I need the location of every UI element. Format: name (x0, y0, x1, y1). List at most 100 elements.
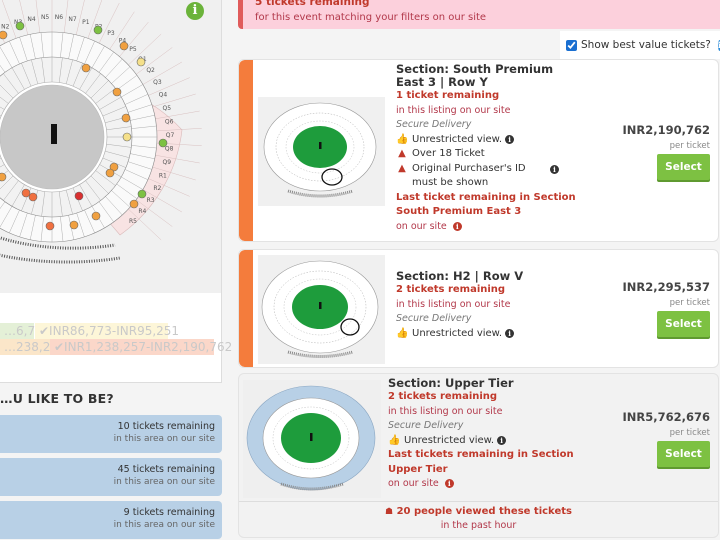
delivery-type: Secure Delivery (396, 119, 472, 130)
section-label[interactable]: N7 (68, 16, 76, 23)
info-icon[interactable]: i (505, 329, 515, 339)
section-label[interactable]: P5 (129, 46, 137, 53)
area-sub: in this area on our site (113, 477, 215, 487)
section-label[interactable]: P3 (107, 30, 115, 37)
last-ticket-section: Upper Tier (388, 463, 448, 475)
section-label[interactable]: N6 (55, 14, 63, 21)
remaining-sub: in this listing on our site (396, 298, 511, 310)
section-label[interactable]: Q5 (163, 105, 172, 112)
section-label[interactable]: Q3 (153, 79, 162, 86)
price-block: INR2,295,537 per ticket Select (622, 279, 710, 337)
warning-item: ▲ Over 18 Ticket (396, 147, 581, 162)
legend-range-2[interactable]: ✔INR86,773-INR95,251 (35, 323, 179, 339)
availability-dot[interactable] (69, 220, 79, 230)
availability-dot[interactable] (93, 25, 103, 35)
listing-details: Section: Upper Tier 2 tickets remaining … (388, 377, 588, 492)
price-block: INR2,190,762 per ticket Select (622, 122, 710, 180)
availability-dot[interactable] (74, 191, 84, 201)
tickets-remaining: 2 tickets remaining (388, 391, 498, 402)
thumbs-up-icon: 👍 (396, 327, 409, 339)
seat-view-thumbnail (258, 97, 385, 206)
left-column: M2M3M4M5N1N2N3N4N5N6N7P1P2P3P4P5Q1Q2Q3Q4… (0, 0, 232, 540)
feature-text: Unrestricted view. (412, 133, 503, 145)
availability-dot[interactable] (112, 87, 122, 97)
warning-item: ▲ Original Purchaser's ID must be shown … (396, 162, 581, 191)
section-label[interactable]: P1 (82, 19, 90, 26)
availability-dot[interactable] (91, 211, 101, 221)
section-label[interactable]: R4 (138, 208, 146, 215)
select-button[interactable]: Select (657, 441, 710, 467)
section-label[interactable]: Q9 (163, 159, 172, 166)
per-ticket-label: per ticket (669, 428, 710, 438)
section-label[interactable]: R3 (147, 197, 155, 204)
availability-dot[interactable] (28, 192, 38, 202)
availability-dot[interactable] (121, 113, 131, 123)
feature-text: Unrestricted view. (412, 327, 503, 339)
section-label[interactable]: R2 (153, 185, 161, 192)
legend-range-3[interactable]: …238,257 (0, 339, 66, 355)
area-card[interactable]: 10 tickets remaining in this area on our… (0, 415, 222, 453)
availability-dot[interactable] (21, 188, 31, 198)
availability-dot[interactable] (122, 132, 132, 142)
pitch-marker (51, 124, 57, 144)
bottom-stand-2[interactable] (0, 250, 121, 264)
section-label[interactable]: Q8 (165, 146, 174, 153)
section-title: Section: Upper Tier (388, 376, 514, 390)
section-label[interactable]: N2 (1, 24, 9, 31)
availability-dot[interactable] (0, 172, 7, 182)
stadium-map-svg[interactable]: M2M3M4M5N1N2N3N4N5N6N7P1P2P3P4P5Q1Q2Q3Q4… (0, 0, 222, 293)
availability-dot[interactable] (136, 57, 146, 67)
tickets-remaining: 1 ticket remaining (396, 90, 500, 101)
section-label[interactable]: Q7 (166, 132, 175, 139)
last-ticket-section: South Premium East 3 (396, 206, 522, 217)
listing-card[interactable]: Section: H2 | Row V 2 tickets remaining … (238, 249, 719, 368)
availability-dot[interactable] (129, 199, 139, 209)
listing-details: Section: H2 | Row V 2 tickets remaining … (396, 270, 596, 341)
availability-dot[interactable] (45, 221, 55, 231)
stadium-map[interactable]: M2M3M4M5N1N2N3N4N5N6N7P1P2P3P4P5Q1Q2Q3Q4… (0, 0, 222, 293)
availability-dot[interactable] (119, 41, 129, 51)
availability-dot[interactable] (15, 21, 25, 31)
info-icon[interactable]: i (505, 135, 515, 145)
legend-range-1[interactable]: …6,773 (0, 323, 50, 339)
banner-title: 5 tickets remaining (255, 0, 370, 8)
availability-dot[interactable] (0, 30, 8, 40)
area-card[interactable]: 45 tickets remaining in this area on our… (0, 458, 222, 496)
section-label[interactable]: R5 (129, 218, 137, 225)
map-info-icon[interactable]: i (186, 2, 204, 20)
delivery-type: Secure Delivery (396, 313, 472, 324)
section-label[interactable]: R1 (159, 172, 167, 179)
thumbs-up-icon: 👍 (396, 133, 409, 145)
section-label[interactable]: N4 (27, 16, 35, 23)
availability-dot[interactable] (158, 138, 168, 148)
info-icon[interactable]: i (497, 436, 507, 446)
listing-card[interactable]: Section: South Premium East 3 | Row Y 1 … (238, 59, 719, 242)
feature-item: 👍 Unrestricted view. i (396, 133, 581, 148)
area-card[interactable]: 9 tickets remaining in this area on our … (0, 501, 222, 539)
tickets-remaining: 2 tickets remaining (396, 284, 506, 295)
availability-dot[interactable] (137, 189, 147, 199)
price: INR2,295,537 (622, 280, 710, 294)
warning-icon: ▲ (398, 162, 406, 174)
section-title: Section: South Premium East 3 | Row Y (396, 62, 554, 89)
legend-range-4[interactable]: ✔INR1,238,257-INR2,190,762 (50, 339, 232, 355)
listing-card[interactable]: Section: Upper Tier 2 tickets remaining … (238, 373, 719, 538)
select-button[interactable]: Select (657, 154, 710, 180)
section-label[interactable]: Q2 (146, 67, 155, 74)
section-label[interactable]: Q4 (159, 92, 168, 99)
section-title: Section: H2 | Row V (396, 269, 524, 283)
section-label[interactable]: Q6 (165, 118, 174, 125)
availability-dot[interactable] (81, 63, 91, 73)
info-icon[interactable]: i (444, 479, 454, 488)
thumbs-up-icon: 👍 (388, 434, 401, 446)
people-icon: ☗ (385, 507, 394, 517)
last-ticket-sub: on our site i (396, 220, 581, 235)
per-ticket-label: per ticket (669, 141, 710, 151)
availability-dot[interactable] (105, 168, 115, 178)
select-button[interactable]: Select (657, 311, 710, 337)
info-icon[interactable]: i (452, 221, 462, 231)
best-value-label[interactable]: Show best value tickets? (581, 39, 711, 51)
section-label[interactable]: N5 (41, 14, 49, 21)
best-value-checkbox[interactable] (566, 39, 577, 51)
info-icon[interactable]: i (550, 164, 559, 174)
